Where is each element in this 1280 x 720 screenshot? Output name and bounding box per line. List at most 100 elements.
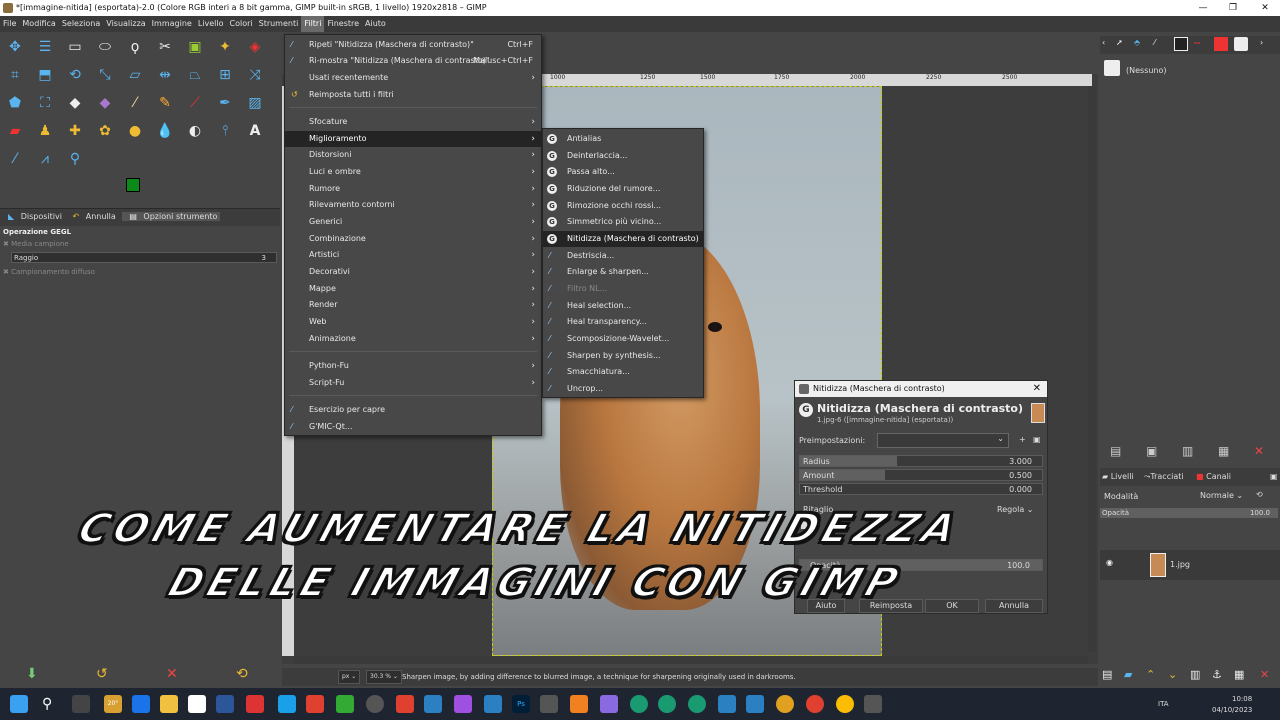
chrome-icon[interactable]: [836, 695, 854, 713]
save-options-icon[interactable]: ⬇: [26, 666, 38, 682]
menu-decorativi[interactable]: Decorativi ›: [285, 264, 541, 280]
mask-layer-icon[interactable]: ▦: [1234, 668, 1244, 681]
amount-slider[interactable]: Amount 0.500: [799, 469, 1043, 481]
menu-seleziona[interactable]: Seleziona: [59, 16, 103, 32]
clock-time[interactable]: 10:08: [1232, 695, 1252, 703]
pointer-icon[interactable]: ➚: [1116, 38, 1123, 47]
submenu-enlarge-sharpen[interactable]: ⁄ Enlarge & sharpen...: [543, 264, 703, 280]
app-icon-8[interactable]: [454, 695, 472, 713]
menu-strumenti[interactable]: Strumenti: [256, 16, 302, 32]
app-icon-12[interactable]: [746, 695, 764, 713]
fuzzy-select-icon[interactable]: ✦: [214, 36, 236, 58]
menu-file[interactable]: File: [0, 16, 19, 32]
ellipse-select-icon[interactable]: ⬭: [94, 36, 116, 58]
measure-icon[interactable]: ⩘: [34, 148, 56, 170]
submenu-riduzione-rumore[interactable]: G Riduzione del rumore...: [543, 181, 703, 197]
paintbrush-icon[interactable]: ⁄: [124, 92, 146, 114]
close-icon[interactable]: ✕: [1250, 0, 1280, 16]
delete-brush-icon[interactable]: ✕: [1254, 444, 1264, 458]
app-icon-7[interactable]: [424, 695, 442, 713]
color-picker-icon[interactable]: ⁄: [4, 148, 26, 170]
dodge-icon[interactable]: ◐: [184, 120, 206, 142]
menu-generici[interactable]: Generici ›: [285, 214, 541, 230]
submenu-uncrop[interactable]: ⁄ Uncrop...: [543, 381, 703, 397]
rect-select-icon[interactable]: ▭: [64, 36, 86, 58]
app-icon-14[interactable]: [806, 695, 824, 713]
move-tool-icon[interactable]: ✥: [4, 36, 26, 58]
clone-icon[interactable]: ♟: [34, 120, 56, 142]
new-brush-icon[interactable]: ▣: [1146, 444, 1157, 458]
configure-tab-icon[interactable]: ▣: [1270, 468, 1278, 486]
task-view-icon[interactable]: [72, 695, 90, 713]
reset-options-icon[interactable]: ⟲: [236, 666, 248, 682]
pencil-icon[interactable]: ✎: [154, 92, 176, 114]
threshold-slider[interactable]: Threshold 0.000: [799, 483, 1043, 495]
tab-canali[interactable]: ■ Canali: [1196, 468, 1231, 486]
tab-dispositivi[interactable]: ◣ Dispositivi: [4, 212, 62, 221]
fg-select-icon[interactable]: ▣: [184, 36, 206, 58]
cancel-button[interactable]: Annulla: [985, 599, 1043, 613]
edge-beta-icon[interactable]: [688, 695, 706, 713]
layer-row[interactable]: ◉ 1.jpg: [1100, 550, 1280, 580]
menu-finestre[interactable]: Finestre: [324, 16, 362, 32]
color-select-icon[interactable]: ◈: [244, 36, 266, 58]
menu-distorsioni[interactable]: Distorsioni ›: [285, 147, 541, 163]
menu-aiuto[interactable]: Aiuto: [362, 16, 389, 32]
tab-opzioni-strumento[interactable]: ▤ Opzioni strumento: [122, 212, 221, 221]
paths-icon[interactable]: ⫯: [214, 120, 236, 142]
menu-artistici[interactable]: Artistici ›: [285, 247, 541, 263]
shear-icon[interactable]: ▱: [124, 64, 146, 86]
3d-transform-icon[interactable]: ⛶: [34, 92, 56, 114]
heal-icon[interactable]: ✚: [64, 120, 86, 142]
menu-combinazione[interactable]: Combinazione ›: [285, 231, 541, 247]
sample-average-row[interactable]: ✖ Media campione: [0, 238, 278, 250]
diffuse-sampling-row[interactable]: ✖ Campionamento diffuso: [0, 266, 278, 278]
language-indicator[interactable]: ITA: [1158, 700, 1169, 708]
ink-icon[interactable]: ✒: [214, 92, 236, 114]
bucket-fill-icon[interactable]: ◆: [64, 92, 86, 114]
submenu-deinterlaccia[interactable]: G Deinterlaccia...: [543, 148, 703, 164]
menu-rilevamento-contorni[interactable]: Rilevamento contorni ›: [285, 197, 541, 213]
new-group-icon[interactable]: ▰: [1124, 668, 1132, 681]
menu-livello[interactable]: Livello: [195, 16, 227, 32]
copy-brush-icon[interactable]: ▦: [1218, 444, 1229, 458]
app-icon-1[interactable]: [132, 695, 150, 713]
menu-repeat-filter[interactable]: ⁄ Ripeti "Nitidizza (Maschera di contrast…: [285, 37, 541, 53]
add-preset-icon[interactable]: +: [1019, 435, 1026, 444]
handle-transform-icon[interactable]: ⬟: [4, 92, 26, 114]
app-icon-2[interactable]: [278, 695, 296, 713]
warp-icon[interactable]: ⤨: [244, 64, 266, 86]
menu-esercizio-capre[interactable]: ⁄ Esercizio per capre: [285, 402, 541, 418]
store-icon[interactable]: [188, 695, 206, 713]
tab-tracciati[interactable]: ⤳Tracciati: [1144, 468, 1184, 486]
submenu-passa-alto[interactable]: G Passa alto...: [543, 164, 703, 180]
raise-layer-icon[interactable]: ⌃: [1146, 668, 1155, 681]
weather-icon[interactable]: 20°: [104, 695, 122, 713]
zoom-select[interactable]: 30.3 % ⌄: [366, 670, 402, 684]
brushes-icon[interactable]: ⁄: [1154, 38, 1155, 47]
preset-menu-icon[interactable]: ▣: [1033, 435, 1041, 444]
menu-web[interactable]: Web ›: [285, 314, 541, 330]
gradient-icon[interactable]: ◆: [94, 92, 116, 114]
perspective-clone-icon[interactable]: ✿: [94, 120, 116, 142]
app-icon-15[interactable]: [864, 695, 882, 713]
tab-livelli[interactable]: ▰ Livelli: [1102, 468, 1134, 486]
chevron-left-icon[interactable]: ‹: [1102, 38, 1105, 47]
clip-select[interactable]: Regola ⌄: [997, 505, 1033, 514]
submenu-sharpen-synthesis[interactable]: ⁄ Sharpen by synthesis...: [543, 348, 703, 364]
menu-sfocature[interactable]: Sfocature ›: [285, 114, 541, 130]
smudge-icon[interactable]: 💧: [154, 120, 176, 142]
lower-layer-icon[interactable]: ⌄: [1168, 668, 1177, 681]
radius-slider[interactable]: Radius 3.000: [799, 455, 1043, 467]
delete-options-icon[interactable]: ✕: [166, 666, 178, 682]
submenu-nitidizza[interactable]: G Nitidizza (Maschera di contrasto): [543, 231, 703, 247]
unit-select[interactable]: px ⌄: [338, 670, 361, 684]
palettes-icon[interactable]: [1214, 37, 1228, 51]
menu-colori[interactable]: Colori: [227, 16, 256, 32]
scissors-icon[interactable]: ✂: [154, 36, 176, 58]
photoshop-icon[interactable]: Ps: [512, 695, 530, 713]
menu-modifica[interactable]: Modifica: [19, 16, 58, 32]
menu-reset-filters[interactable]: ↺ Reimposta tutti i filtri: [285, 87, 541, 103]
maximize-icon[interactable]: ❐: [1218, 0, 1248, 16]
menu-rumore[interactable]: Rumore ›: [285, 181, 541, 197]
